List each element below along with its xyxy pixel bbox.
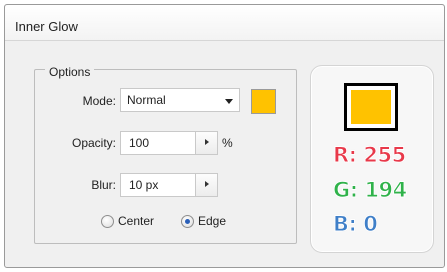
opacity-slider-button[interactable] (195, 132, 217, 154)
color-preview-fill (351, 90, 391, 124)
edge-radio-label: Edge (198, 214, 227, 228)
mode-select-value: Normal (127, 93, 166, 107)
dialog-title: Inner Glow (15, 19, 78, 34)
color-preview-swatch (344, 83, 398, 131)
chevron-right-icon (205, 181, 209, 187)
green-value-text: G: 194 (333, 178, 408, 203)
mode-select[interactable]: Normal (120, 88, 240, 112)
red-value-text: R: 255 (333, 143, 407, 168)
blur-value: 10 px (129, 178, 159, 192)
chevron-down-icon (225, 99, 233, 104)
opacity-value: 100 (129, 136, 150, 150)
blur-slider-button[interactable] (195, 174, 217, 196)
blur-field[interactable]: 10 px (120, 173, 218, 197)
blue-value-text: B: 0 (332, 212, 378, 237)
options-legend: Options (45, 65, 95, 79)
opacity-label: Opacity: (71, 136, 116, 150)
blur-label: Blur: (91, 178, 116, 192)
glow-color-swatch[interactable] (251, 89, 276, 114)
edge-radio-option[interactable]: Edge (181, 214, 241, 230)
opacity-unit: % (222, 136, 233, 150)
title-bar: Inner Glow (5, 5, 444, 41)
chevron-right-icon (205, 139, 209, 145)
mode-label: Mode: (82, 94, 116, 108)
opacity-field[interactable]: 100 (120, 131, 218, 155)
center-radio[interactable] (101, 215, 114, 228)
center-radio-option[interactable]: Center (101, 214, 171, 230)
center-radio-label: Center (118, 214, 155, 228)
edge-radio[interactable] (181, 215, 194, 228)
